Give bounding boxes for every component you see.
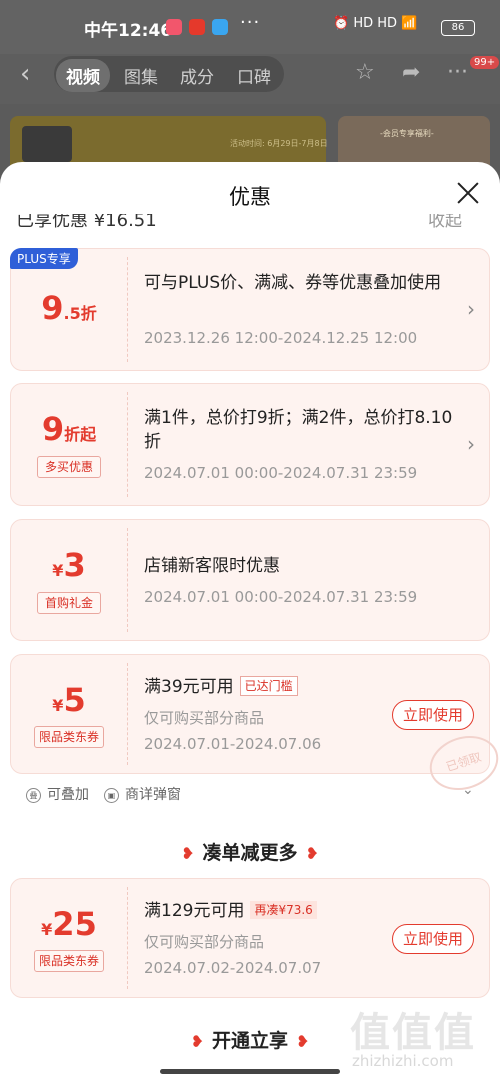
battery-icon: 86: [441, 20, 475, 36]
popup-feature: ▣ 商详弹窗: [104, 784, 181, 804]
share-icon[interactable]: ➦: [402, 60, 420, 85]
status-bar: 中午12:46 ··· ⏰ HD HD 📶 86: [0, 0, 500, 54]
top-nav: ‹ 视频 图集 成分 口碑 ☆ ➦ ··· 99+: [0, 54, 500, 104]
coupon-date: 2023.12.26 12:00-2024.12.25 12:00: [144, 329, 418, 347]
coupon-tag: 首购礼金: [37, 592, 101, 614]
alarm-icon: ⏰: [333, 16, 350, 31]
watermark-url: zhizhizhi.com: [352, 1052, 454, 1070]
app-notification-icon: [166, 19, 182, 35]
chevron-right-icon: ›: [467, 297, 475, 321]
heart-icon: ❥: [190, 1032, 204, 1051]
tab-ingredients[interactable]: 成分: [180, 63, 214, 88]
more-icon[interactable]: ···: [447, 60, 468, 85]
coupon-desc: 可与PLUS价、满减、券等优惠叠加使用: [144, 273, 442, 293]
feature-row: 叠可叠加 ▣ 商详弹窗 ⌄: [0, 782, 500, 808]
coupon-card-25: ¥25 限品类东券 满129元可用 再凑¥73.6 仅可购买部分商品 2024.0…: [10, 878, 490, 998]
coupon-date: 2024.07.02-2024.07.07: [144, 959, 322, 977]
discount-amount: 9折起: [41, 410, 97, 448]
card-divider: [127, 528, 128, 632]
coupon-date: 2024.07.01-2024.07.06: [144, 735, 322, 753]
coupon-card-plus[interactable]: PLUS专享 9.5折 可与PLUS价、满减、券等优惠叠加使用 2023.12.…: [10, 248, 490, 371]
card-divider: [127, 257, 128, 362]
sheet-title: 优惠: [229, 185, 271, 209]
star-icon[interactable]: ☆: [355, 60, 375, 85]
chevron-down-icon[interactable]: ⌄: [462, 782, 474, 798]
saved-amount: 已享优惠 ¥16.51: [16, 214, 157, 231]
coupon-tag: 限品类东券: [34, 726, 104, 748]
coupon-date: 2024.07.01 00:00-2024.07.31 23:59: [144, 588, 418, 606]
coupon-desc: 满1件，总价打9折；满2件，总价打8.10折: [144, 408, 453, 452]
chevron-right-icon: ›: [467, 432, 475, 456]
collapse-link[interactable]: 收起: [428, 214, 462, 231]
heart-icon: ❥: [296, 1032, 310, 1051]
section-title-more-savings: ❥ 凑单减更多 ❥: [181, 842, 319, 864]
discount-amount: ¥3: [52, 546, 86, 584]
member-benefit-text: -会员专享福利-: [380, 129, 434, 138]
discount-amount: 9.5折: [41, 289, 97, 327]
coupon-card-first-purchase[interactable]: ¥3 首购礼金 店铺新客限时优惠 2024.07.01 00:00-2024.0…: [10, 519, 490, 641]
card-divider: [127, 663, 128, 765]
coupon-tag: 多买优惠: [37, 456, 101, 478]
coupon-desc: 满39元可用 已达门槛: [144, 675, 454, 699]
activity-time: 活动时间: 6月29日-7月8日: [230, 139, 328, 148]
coupon-scope: 仅可购买部分商品: [144, 933, 265, 951]
app-notification-icon: [212, 19, 228, 35]
coupon-card-multibuy[interactable]: 9折起 多买优惠 满1件，总价打9折；满2件，总价打8.10折 2024.07.…: [10, 383, 490, 506]
coupon-date: 2024.07.01 00:00-2024.07.31 23:59: [144, 464, 418, 482]
add-more-label: 再凑¥73.6: [250, 901, 317, 919]
use-now-button[interactable]: 立即使用: [392, 700, 474, 730]
home-indicator[interactable]: [160, 1069, 340, 1074]
discount-summary: 已享优惠 ¥16.51 收起: [0, 214, 500, 232]
status-time: 中午12:46: [84, 21, 173, 41]
heart-icon: ❥: [305, 844, 319, 863]
threshold-reached-label: 已达门槛: [239, 676, 298, 696]
watermark-logo: 值值值: [350, 1010, 476, 1056]
card-divider: [127, 392, 128, 497]
discount-sheet: 优惠 已享优惠 ¥16.51 收起 PLUS专享 9.5折 可与PLUS价、满减…: [0, 162, 500, 1083]
tab-gallery[interactable]: 图集: [124, 63, 158, 88]
more-notifications-icon: ···: [240, 12, 261, 33]
coupon-scope: 仅可购买部分商品: [144, 709, 265, 727]
tab-reviews[interactable]: 口碑: [237, 63, 271, 88]
brand-logo: [22, 126, 72, 162]
coupon-card-5: ¥5 限品类东券 满39元可用 已达门槛 仅可购买部分商品 2024.07.01-…: [10, 654, 500, 799]
signal-icons: ⏰ HD HD 📶: [333, 16, 418, 31]
stackable-feature: 叠可叠加: [26, 784, 89, 804]
tab-video[interactable]: 视频: [56, 59, 110, 92]
coupon-desc: 店铺新客限时优惠: [144, 556, 280, 576]
coupon-desc: 满129元可用 再凑¥73.6: [144, 899, 454, 923]
heart-icon: ❥: [181, 844, 195, 863]
back-icon[interactable]: ‹: [20, 59, 30, 89]
stack-icon: 叠: [26, 788, 41, 803]
plus-badge: PLUS专享: [10, 248, 78, 269]
popup-icon: ▣: [104, 788, 119, 803]
media-tabs: 视频 图集 成分 口碑: [54, 56, 284, 92]
card-divider: [127, 887, 128, 989]
use-now-button[interactable]: 立即使用: [392, 924, 474, 954]
coupon-tag: 限品类东券: [34, 950, 104, 972]
message-badge: 99+: [470, 56, 500, 69]
discount-amount: ¥25: [41, 905, 97, 943]
discount-amount: ¥5: [52, 681, 86, 719]
close-icon[interactable]: [454, 179, 482, 207]
wifi-icon: 📶: [401, 16, 418, 31]
app-notification-icon: [189, 19, 205, 35]
